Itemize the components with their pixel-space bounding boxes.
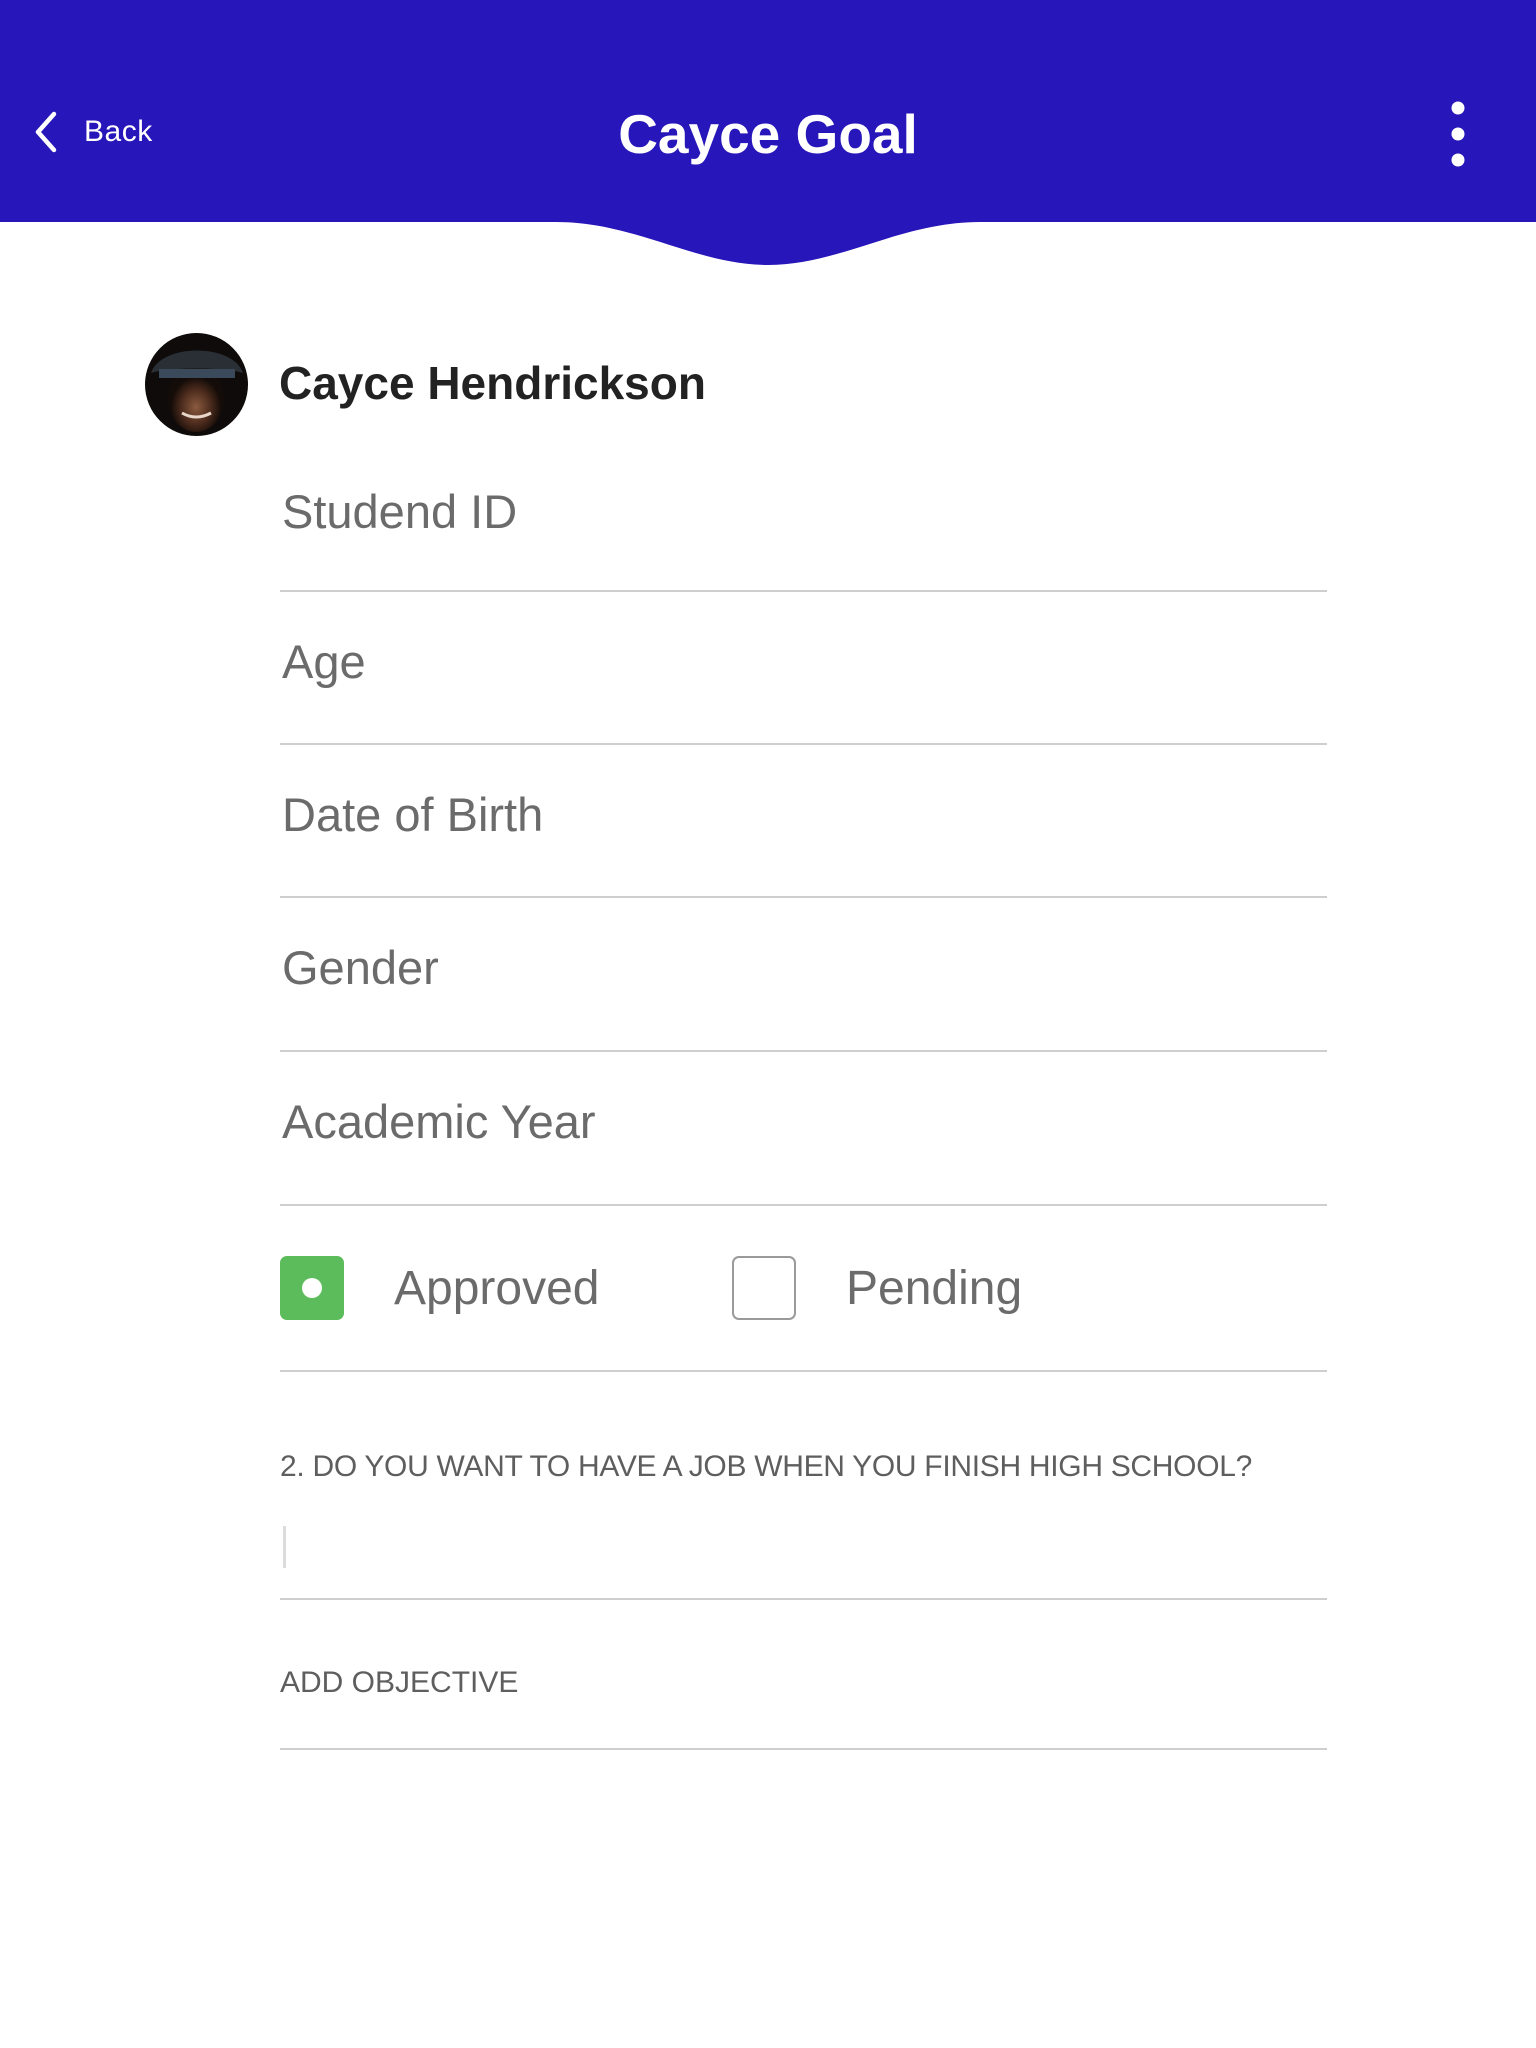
pending-label: Pending bbox=[846, 1261, 1023, 1315]
date-of-birth-label: Date of Birth bbox=[282, 788, 544, 841]
app-header: Back Cayce Goal bbox=[0, 0, 1536, 272]
checkbox-checked-icon bbox=[280, 1256, 344, 1320]
avatar-image bbox=[145, 333, 248, 436]
more-vertical-icon[interactable] bbox=[1438, 98, 1478, 170]
approved-label: Approved bbox=[394, 1261, 600, 1315]
back-button[interactable]: Back bbox=[30, 104, 153, 160]
add-objective-label: ADD OBJECTIVE bbox=[280, 1666, 519, 1699]
gender-field[interactable]: Gender bbox=[280, 896, 1327, 1052]
add-objective-button[interactable]: ADD OBJECTIVE bbox=[280, 1598, 1327, 1750]
text-caret bbox=[283, 1526, 286, 1568]
student-id-field[interactable]: Studend ID bbox=[280, 440, 1327, 592]
page-title: Cayce Goal bbox=[618, 103, 918, 165]
student-id-label: Studend ID bbox=[282, 485, 518, 538]
academic-year-label: Academic Year bbox=[282, 1095, 596, 1148]
date-of-birth-field[interactable]: Date of Birth bbox=[280, 743, 1327, 898]
pending-checkbox[interactable]: Pending bbox=[732, 1256, 1022, 1320]
status-options: Approved Pending bbox=[280, 1204, 1327, 1372]
avatar bbox=[145, 333, 248, 436]
academic-year-field[interactable]: Academic Year bbox=[280, 1050, 1327, 1206]
question-block: 2. DO YOU WANT TO HAVE A JOB WHEN YOU FI… bbox=[280, 1370, 1327, 1600]
question-answer-input[interactable] bbox=[280, 1518, 1327, 1578]
chevron-left-icon bbox=[35, 111, 57, 153]
profile-name: Cayce Hendrickson bbox=[279, 357, 706, 409]
checkbox-unchecked-icon bbox=[732, 1256, 796, 1320]
age-field[interactable]: Age bbox=[280, 590, 1327, 745]
question-label: 2. DO YOU WANT TO HAVE A JOB WHEN YOU FI… bbox=[280, 1450, 1252, 1483]
approved-checkbox[interactable]: Approved bbox=[280, 1256, 599, 1320]
gender-label: Gender bbox=[282, 941, 439, 994]
checked-dot bbox=[302, 1278, 322, 1298]
age-label: Age bbox=[282, 635, 366, 688]
back-label: Back bbox=[84, 115, 153, 148]
goal-page: Back Cayce Goal Cayce Hendrickson Studen… bbox=[0, 0, 1536, 2048]
